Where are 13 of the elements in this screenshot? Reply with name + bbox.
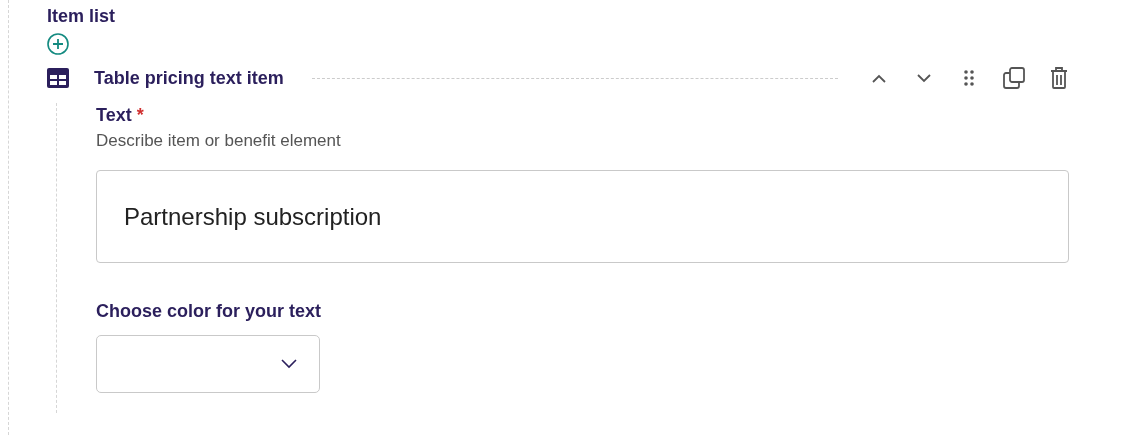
table-icon [47, 68, 69, 88]
chevron-down-icon [916, 73, 931, 83]
item-title: Table pricing text item [94, 67, 284, 89]
duplicate-button[interactable] [1000, 65, 1027, 91]
field-description: Describe item or benefit element [96, 131, 342, 151]
chevron-down-icon [281, 359, 297, 369]
field-label: Text * [96, 104, 145, 127]
field-label: Choose color for your text [96, 300, 323, 323]
chevron-up-icon [871, 73, 886, 83]
add-icon[interactable] [47, 33, 69, 55]
section-title: Item list [47, 5, 117, 27]
text-field[interactable]: Partnership subscription [96, 170, 1069, 263]
color-dropdown[interactable] [96, 335, 320, 393]
